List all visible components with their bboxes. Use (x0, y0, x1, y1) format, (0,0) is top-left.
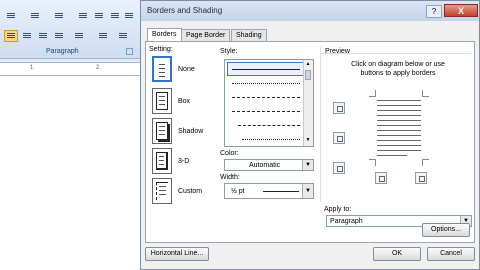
setting-custom-label[interactable]: Custom (178, 188, 202, 195)
style-item-dash-dot[interactable] (228, 119, 304, 131)
cancel-button[interactable]: Cancel (427, 247, 475, 261)
dialog-title: Borders and Shading (147, 6, 223, 15)
inside-horizontal-border-button[interactable] (333, 132, 345, 144)
style-item-dotted[interactable] (228, 77, 304, 89)
preview-diagram[interactable] (369, 90, 429, 166)
ruler-mark: 2 (96, 65, 100, 71)
right-border-button[interactable] (415, 172, 427, 184)
increase-indent-button[interactable] (92, 10, 106, 22)
preview-instructions: Click on diagram below or use buttons to… (351, 61, 445, 77)
setting-shadow-icon[interactable] (152, 118, 172, 144)
color-label: Color: (220, 150, 239, 157)
setting-custom-icon[interactable] (152, 178, 172, 204)
borders-panel: Setting: None Box Shadow 3-D Custom Styl… (145, 41, 475, 243)
preview-area: Preview Click on diagram below or use bu… (320, 46, 471, 202)
paragraph-group-label: Paragraph (46, 48, 79, 55)
help-button[interactable]: ? (426, 5, 442, 18)
close-button[interactable]: X (444, 4, 478, 17)
width-label: Width: (220, 174, 240, 181)
setting-none-icon[interactable] (152, 56, 172, 82)
chevron-down-icon[interactable]: ▼ (302, 184, 313, 198)
apply-to-value: Paragraph (330, 218, 363, 225)
paragraph-dialog-launcher-icon[interactable] (126, 48, 133, 55)
document-page[interactable] (0, 76, 140, 270)
setting-box-label[interactable]: Box (178, 98, 190, 105)
top-border-button[interactable] (333, 102, 345, 114)
style-item-dashed-large[interactable] (228, 105, 304, 117)
apply-to-label: Apply to: (324, 206, 352, 213)
align-left-button[interactable] (4, 30, 18, 42)
width-value: ½ pt (231, 188, 245, 195)
width-dropdown[interactable]: ½ pt ▼ (224, 183, 314, 199)
style-list[interactable]: ▲ ▼ (224, 59, 314, 147)
borders-button[interactable] (116, 30, 130, 42)
style-item-dashed-small[interactable] (228, 91, 304, 103)
setting-none-label[interactable]: None (178, 66, 195, 73)
line-spacing-button[interactable] (72, 30, 86, 42)
word-ribbon: Paragraph (0, 0, 140, 59)
style-scrollbar[interactable]: ▲ ▼ (303, 60, 313, 146)
options-button[interactable]: Options... (422, 223, 470, 237)
justify-button[interactable] (52, 30, 66, 42)
sort-button[interactable] (108, 10, 122, 22)
width-sample-line (263, 191, 299, 192)
shading-button[interactable] (96, 30, 110, 42)
show-marks-button[interactable] (122, 10, 136, 22)
borders-shading-dialog: Borders and Shading ? X Borders Page Bor… (140, 0, 480, 270)
setting-3d-label[interactable]: 3-D (178, 158, 189, 165)
horizontal-line-button[interactable]: Horizontal Line... (145, 247, 209, 261)
setting-3d-icon[interactable] (152, 148, 172, 174)
color-value: Automatic (249, 162, 281, 169)
bullets-button[interactable] (4, 10, 18, 22)
multilevel-list-button[interactable] (52, 10, 66, 22)
color-dropdown[interactable]: Automatic ▼ (224, 159, 314, 171)
setting-shadow-label[interactable]: Shadow (178, 128, 203, 135)
bottom-border-button[interactable] (333, 162, 345, 174)
align-right-button[interactable] (36, 30, 50, 42)
setting-label: Setting: (149, 46, 173, 53)
style-item-dash-dot-dot[interactable] (228, 133, 304, 145)
scroll-down-icon[interactable]: ▼ (305, 137, 311, 143)
style-label: Style: (220, 48, 238, 55)
decrease-indent-button[interactable] (76, 10, 90, 22)
style-item-solid[interactable] (227, 62, 305, 76)
preview-divider (321, 53, 471, 54)
ruler-mark: 1 (30, 65, 34, 71)
chevron-down-icon[interactable]: ▼ (302, 160, 313, 170)
setting-box-icon[interactable] (152, 88, 172, 114)
scroll-thumb[interactable] (305, 70, 311, 80)
ok-button[interactable]: OK (373, 247, 421, 261)
numbering-button[interactable] (28, 10, 42, 22)
center-button[interactable] (20, 30, 34, 42)
dialog-titlebar[interactable]: Borders and Shading ? X (141, 1, 479, 21)
scroll-up-icon[interactable]: ▲ (305, 61, 311, 67)
left-border-button[interactable] (375, 172, 387, 184)
ruler: 1 2 (0, 62, 140, 76)
